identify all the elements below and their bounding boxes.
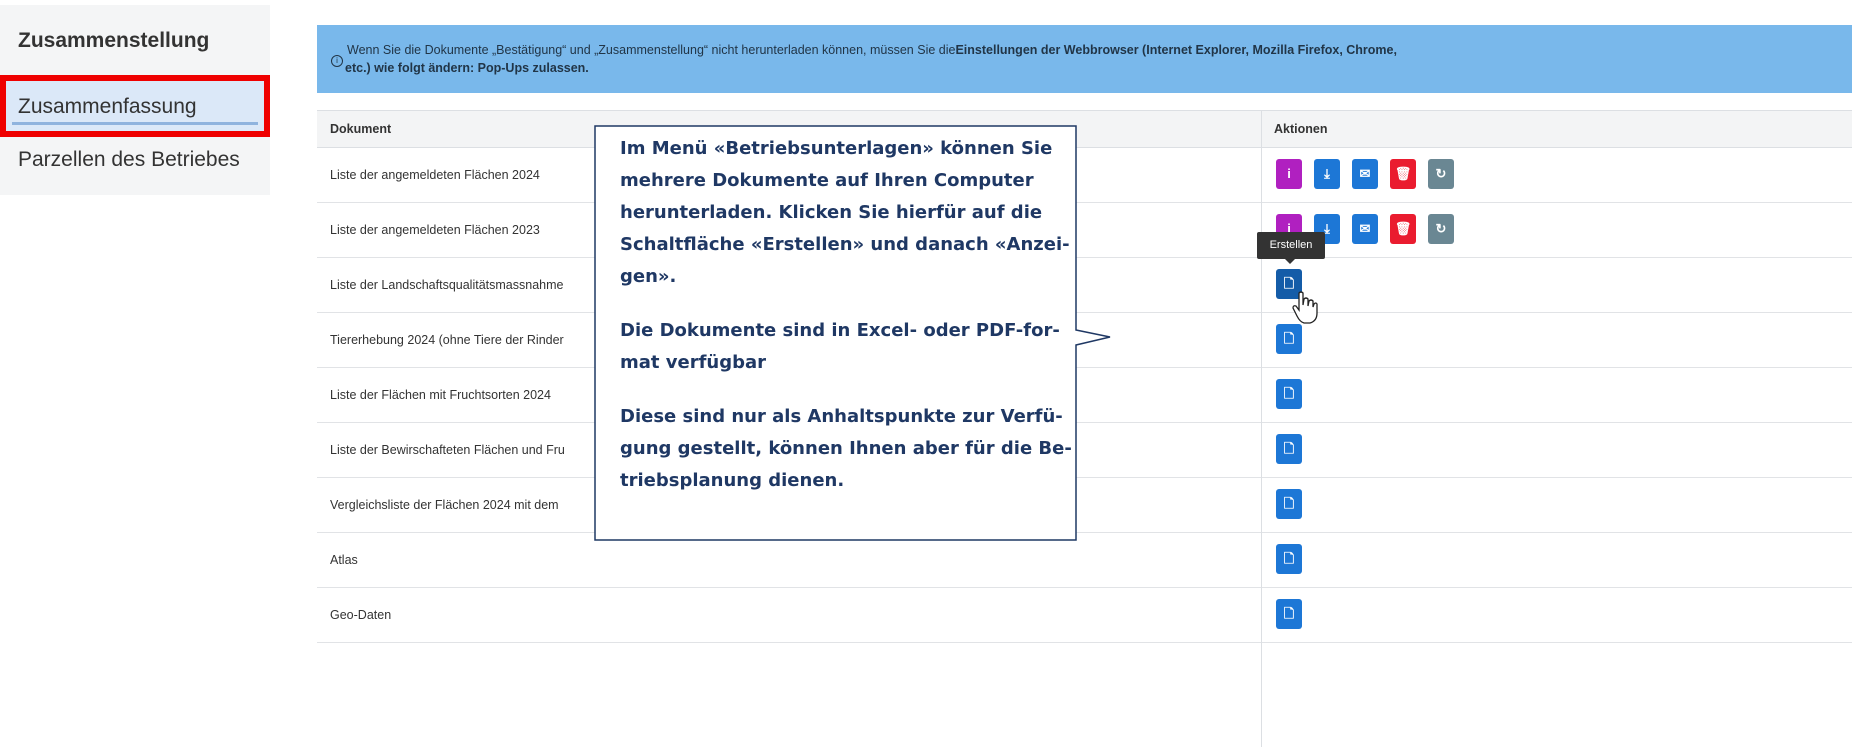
alert-line-1: Wenn Sie die Dokumente „Bestätigung“ und… [347,42,1397,59]
alert-text: Wenn Sie die Dokumente „Bestätigung“ und… [347,43,956,57]
refresh-button[interactable]: ↻ [1428,159,1454,189]
create-icon: 🗋 [1283,551,1295,566]
hand-cursor-icon [1292,291,1318,324]
table-row: Geo-Daten 🗋 [317,588,1852,643]
refresh-icon: ↻ [1435,221,1447,236]
email-icon: ✉ [1359,221,1371,236]
create-button[interactable]: 🗋 [1276,379,1302,409]
document-name: Liste der Flächen mit Fruchtsorten 2024 [330,388,551,402]
create-button[interactable]: 🗋 [1276,489,1302,519]
active-indicator [12,122,258,125]
info-icon: i [331,55,343,67]
create-icon: 🗋 [1283,441,1295,456]
document-name: Vergleichsliste der Flächen 2024 mit dem [330,498,559,512]
document-name: Liste der Landschaftsqualitätsmassnahme [330,278,564,292]
sidebar-item-label: Zusammenfassung [18,95,197,118]
column-header-aktionen: Aktionen [1274,122,1328,136]
email-icon: ✉ [1359,166,1371,181]
sidebar-item-zusammenfassung[interactable]: Zusammenfassung [0,75,270,137]
document-name: Tiererhebung 2024 (ohne Tiere der Rinder [330,333,564,347]
create-button[interactable]: 🗋 [1276,544,1302,574]
create-tooltip: Erstellen [1257,232,1325,264]
create-button[interactable]: 🗋 [1276,324,1302,354]
document-name: Atlas [330,553,358,567]
create-icon: 🗋 [1283,331,1295,346]
email-button[interactable]: ✉ [1352,214,1378,244]
sidebar-title: Zusammenstellung [18,29,210,52]
info-icon: i [1287,166,1291,181]
document-name: Geo-Daten [330,608,392,622]
callout-paragraph-1: Im Menü «Betriebsunterlagen» können Sie … [620,138,1070,287]
create-icon: 🗋 [1283,276,1295,291]
document-name: Liste der angemeldeten Flächen 2023 [330,223,540,237]
callout-paragraph-2: Die Dokumente sind in Excel- oder PDF-fo… [620,320,1060,373]
refresh-button[interactable]: ↻ [1428,214,1454,244]
column-divider [1261,110,1262,747]
create-icon: 🗋 [1283,606,1295,621]
info-alert: i Wenn Sie die Dokumente „Bestätigung“ u… [317,25,1852,93]
refresh-icon: ↻ [1435,166,1447,181]
delete-button[interactable]: 🗑 [1390,159,1416,189]
create-icon: 🗋 [1283,496,1295,511]
delete-icon: 🗑 [1394,221,1412,236]
delete-icon: 🗑 [1394,166,1412,181]
table-row: Atlas 🗋 [317,533,1852,588]
callout-text: Im Menü «Betriebsunterlagen» können Sie … [620,133,1075,519]
create-icon: 🗋 [1283,386,1295,401]
document-name: Liste der angemeldeten Flächen 2024 [330,168,540,182]
document-name: Liste der Bewirschafteten Flächen und Fr… [330,443,565,457]
info-button[interactable]: i [1276,159,1302,189]
email-button[interactable]: ✉ [1352,159,1378,189]
download-button[interactable]: ⤓ [1314,159,1340,189]
sidebar-item-parzellen[interactable]: Parzellen des Betriebes [18,148,240,172]
alert-text-bold: Einstellungen der Webbrowser (Internet E… [955,43,1397,57]
callout-paragraph-3: Diese sind nur als Anhaltspunkte zur Ver… [620,406,1072,491]
create-button[interactable]: 🗋 [1276,434,1302,464]
alert-line-2: etc.) wie folgt ändern: Pop-Ups zulassen… [345,61,589,75]
delete-button[interactable]: 🗑 [1390,214,1416,244]
download-icon: ⤓ [1324,166,1330,181]
create-button[interactable]: 🗋 [1276,599,1302,629]
column-header-dokument: Dokument [330,122,392,136]
